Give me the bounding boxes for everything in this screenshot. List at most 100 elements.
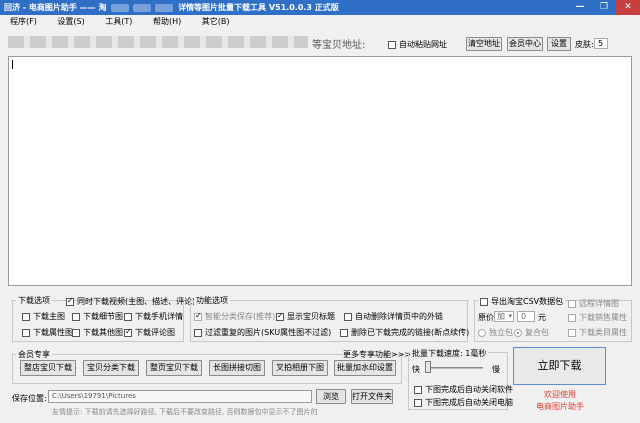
category-download-button[interactable]: 宝贝分类下载 [83,360,139,376]
show-title-option[interactable]: 显示宝贝标题 [276,311,335,322]
menu-other[interactable]: 其它(B) [194,15,238,29]
mobile-detail-option[interactable]: 下载手机详情 [124,311,183,322]
page-download-button[interactable]: 整页宝贝下载 [146,360,202,376]
remote-detail-label: 远程详情图 [579,299,619,308]
window-title-suffix: 详情等图片批量下载工具 V51.0.0.3 正式版 [178,3,339,12]
clear-address-button[interactable]: 清空地址 [466,37,502,51]
combined-option[interactable]: 复合包 [514,327,549,338]
close-pc-option[interactable]: 下图完成后自动关闭电脑 [414,397,513,408]
detail-image-option[interactable]: 下载细节图 [72,311,123,322]
export-csv-checkbox[interactable] [480,297,488,306]
open-folder-button[interactable]: 打开文件夹 [351,389,393,404]
auto-delete-label: 自动删除详情页中的外链 [355,312,443,321]
blurred-text [111,3,130,12]
delete-done-option[interactable]: 删除已下载完成的链接(断点续传) [340,327,469,338]
blurred-text [155,3,174,12]
close-pc-checkbox[interactable] [414,398,422,407]
smart-save-label: 智能分类保存(推荐) [205,312,276,321]
price-operator-select[interactable]: 加 [494,311,514,322]
product-attr-label: 下载类目属性 [579,328,627,337]
auto-delete-checkbox[interactable] [344,312,352,321]
auto-paste-checkbox[interactable] [388,40,396,49]
speed-title: 批量下载速度: 1毫秒 [410,348,489,359]
delete-done-checkbox[interactable] [340,328,348,337]
smart-save-checkbox[interactable] [194,311,202,321]
more-functions-link[interactable]: 更多专享功能>>> [343,349,411,360]
attribute-image-option[interactable]: 下载属性图 [22,327,73,338]
other-image-option[interactable]: 下载其他图 [72,327,123,338]
other-image-checkbox[interactable] [72,328,80,337]
tip-text: 友情提示: 下载前请先选择好路径, 下载后不要改变路径, 否则数据包中显示不了图… [52,408,318,416]
filter-duplicate-checkbox[interactable] [194,328,202,337]
attribute-image-checkbox[interactable] [22,328,30,337]
product-name-text: 电商图片助手 [536,402,584,411]
video-option[interactable]: 同时下载视频(主图、描述、评论) [66,296,195,307]
main-image-label: 下载主图 [33,312,65,321]
price-value-input[interactable]: 0 [517,311,535,322]
main-image-option[interactable]: 下载主图 [22,311,65,322]
review-image-checkbox[interactable] [124,327,132,337]
product-attr-option[interactable]: 下载类目属性 [568,327,627,338]
menu-tools[interactable]: 工具(T) [97,15,140,29]
window-controls: — ❐ ✕ [568,0,640,15]
minimize-icon[interactable]: — [568,0,592,15]
window-title-prefix: 回济 - 电商图片助手 —— 淘 [4,3,107,12]
main-image-checkbox[interactable] [22,312,30,321]
delete-done-label: 删除已下载完成的链接(断点续传) [351,328,470,337]
other-image-label: 下载其他图 [83,328,123,337]
independent-radio[interactable] [478,328,486,337]
download-options-title: 下载选项 [16,295,52,306]
auto-paste-option[interactable]: 自动粘贴网址 [388,39,447,50]
video-checkbox[interactable] [66,296,74,306]
maximize-icon[interactable]: ❐ [592,0,616,15]
browse-button[interactable]: 浏览 [316,389,346,404]
close-software-option[interactable]: 下图完成后自动关闭软件 [414,384,513,395]
close-software-checkbox[interactable] [414,385,422,394]
speed-slider-track[interactable] [427,367,483,369]
watermark-settings-button[interactable]: 批量加水印设置 [334,360,396,376]
address-bar: 等宝贝地址: 自动粘贴网址 清空地址 会员中心 设置 皮肤: 5 [0,29,640,55]
close-pc-label: 下图完成后自动关闭电脑 [425,398,513,407]
export-csv-option[interactable]: 导出淘宝CSV数据包 [478,296,566,307]
blurred-text [133,3,152,12]
filter-duplicate-label: 过滤重复的图片(SKU属性图不过滤) [205,328,332,337]
member-center-button[interactable]: 会员中心 [507,37,543,51]
settings-button[interactable]: 设置 [547,37,571,51]
auto-delete-option[interactable]: 自动删除详情页中的外链 [344,311,443,322]
filter-duplicate-option[interactable]: 过滤重复的图片(SKU属性图不过滤) [194,327,331,338]
independent-option[interactable]: 独立包 [478,327,513,338]
menu-settings[interactable]: 设置(S) [49,15,92,29]
smart-save-option[interactable]: 智能分类保存(推荐) [194,311,275,322]
save-path-input[interactable]: C:\Users\19791\Pictures [48,390,312,403]
menu-help[interactable]: 帮助(H) [145,15,189,29]
review-image-option[interactable]: 下载评论图 [124,327,175,338]
menu-program[interactable]: 程序(F) [2,15,45,29]
member-title: 会员专享 [16,349,52,360]
sale-attr-option[interactable]: 下载销售属性 [568,312,627,323]
download-now-button[interactable]: 立即下载 [513,347,606,385]
remote-detail-option[interactable]: 远程详情图 [568,298,619,309]
close-software-label: 下图完成后自动关闭软件 [425,385,513,394]
album-download-button[interactable]: 叉拍相册下图 [272,360,328,376]
independent-label: 独立包 [489,328,513,337]
sale-attr-checkbox[interactable] [568,313,576,322]
url-input-area[interactable] [8,56,632,286]
combined-radio[interactable] [514,328,522,337]
detail-image-checkbox[interactable] [72,312,80,321]
close-icon[interactable]: ✕ [616,0,640,15]
export-csv-label: 导出淘宝CSV数据包 [491,297,564,306]
skin-stepper[interactable]: 5 [594,38,608,49]
speed-slider-thumb[interactable] [425,361,431,373]
blurred-platform-list [8,36,308,48]
shop-download-button[interactable]: 整店宝贝下载 [20,360,76,376]
save-location-label: 保存位置: [12,394,47,403]
attribute-image-label: 下载属性图 [33,328,73,337]
mobile-detail-checkbox[interactable] [124,312,132,321]
remote-detail-checkbox[interactable] [568,299,576,308]
long-image-button[interactable]: 长图拼接切图 [209,360,265,376]
product-attr-checkbox[interactable] [568,328,576,337]
skin-label: 皮肤: [575,40,594,49]
show-title-checkbox[interactable] [276,311,284,321]
auto-paste-label: 自动粘贴网址 [399,40,447,49]
speed-fast-label: 快 [412,365,420,374]
